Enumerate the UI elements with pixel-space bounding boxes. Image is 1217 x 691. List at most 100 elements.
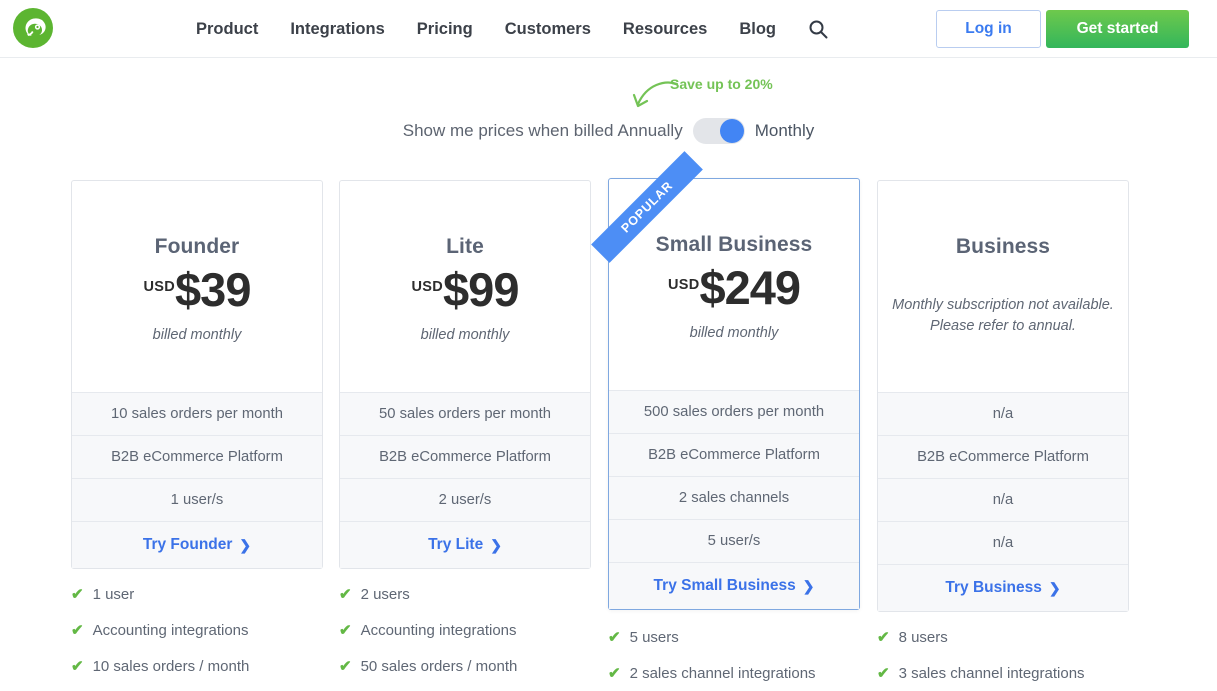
nav-item-blog[interactable]: Blog	[739, 20, 776, 39]
search-icon[interactable]	[808, 19, 828, 39]
plan-name: Small Business	[655, 233, 813, 256]
feature-label: 2 users	[360, 585, 410, 603]
price-note: billed monthly	[152, 327, 242, 344]
get-started-button[interactable]: Get started	[1046, 10, 1189, 48]
plan-spec: 10 sales orders per month	[72, 393, 322, 436]
billing-annually-label[interactable]: Annually	[617, 121, 682, 141]
card-header-lite: Lite USD $99 billed monthly	[340, 181, 590, 393]
chevron-right-icon: ❯	[490, 536, 502, 553]
feature-list-lite: ✔ 2 users ✔ Accounting integrations ✔ 50…	[339, 576, 591, 684]
toggle-knob	[719, 119, 744, 143]
pricing-card-small-business: POPULAR Small Business USD $249 billed m…	[591, 151, 860, 610]
billing-prefix-label: Show me prices when billed	[402, 121, 614, 140]
plan-name: Business	[955, 235, 1051, 258]
save-up-to-label: Save up to 20%	[670, 76, 773, 92]
check-icon: ✔	[608, 628, 621, 646]
card-header-founder: Founder USD $39 billed monthly	[72, 181, 322, 393]
plan-spec: 2 user/s	[340, 479, 590, 522]
pricing-card-founder: Founder USD $39 billed monthly 10 sales …	[71, 180, 323, 569]
plan-spec: B2B eCommerce Platform	[72, 436, 322, 479]
feature-label: 2 sales channel integrations	[629, 664, 816, 682]
feature-label: 10 sales orders / month	[92, 657, 250, 675]
feature-label: 8 users	[898, 628, 948, 646]
feature-list-founder: ✔ 1 user ✔ Accounting integrations ✔ 10 …	[71, 576, 323, 684]
chevron-right-icon: ❯	[1048, 579, 1061, 596]
try-small-business-button[interactable]: Try Small Business ❯	[609, 563, 859, 609]
card-header-small-business: Small Business USD $249 billed monthly	[609, 179, 859, 391]
plan-unavailable-note: Monthly subscription not available. Plea…	[892, 297, 1114, 334]
feature-item: ✔ 10 sales orders / month	[71, 648, 323, 684]
nav-item-integrations[interactable]: Integrations	[290, 20, 384, 39]
chameleon-logo-icon[interactable]	[12, 7, 54, 49]
feature-item: ✔ Accounting integrations	[71, 612, 323, 648]
check-icon: ✔	[339, 657, 352, 675]
cta-label: Try Business	[945, 579, 1042, 596]
cta-label: Try Lite	[428, 536, 484, 553]
check-icon: ✔	[71, 657, 84, 675]
check-icon: ✔	[877, 628, 890, 646]
price-currency: USD	[143, 279, 176, 295]
price-note: billed monthly	[689, 325, 779, 342]
feature-label: 50 sales orders / month	[360, 657, 518, 675]
plan-spec: 1 user/s	[72, 479, 322, 522]
cta-label: Try Small Business	[653, 577, 796, 594]
plan-name: Founder	[154, 235, 240, 258]
billing-monthly-label[interactable]: Monthly	[755, 121, 815, 141]
check-icon: ✔	[608, 664, 621, 682]
check-icon: ✔	[339, 621, 352, 639]
main-nav: Product Integrations Pricing Customers R…	[196, 0, 776, 58]
check-icon: ✔	[877, 664, 890, 682]
plan-spec: n/a	[878, 393, 1128, 436]
feature-item: ✔ 3 sales channel integrations	[877, 655, 1129, 691]
try-founder-button[interactable]: Try Founder ❯	[72, 522, 322, 568]
feature-item: ✔ 50 sales orders / month	[339, 648, 591, 684]
feature-label: 3 sales channel integrations	[898, 664, 1085, 682]
plan-spec: B2B eCommerce Platform	[340, 436, 590, 479]
try-business-button[interactable]: Try Business ❯	[878, 565, 1128, 611]
price-block: USD $249	[667, 261, 801, 314]
feature-item: ✔ 2 users	[339, 576, 591, 612]
price-amount: $99	[443, 263, 519, 316]
feature-label: Accounting integrations	[92, 621, 249, 639]
pricing-card-business: Business Monthly subscription not availa…	[877, 180, 1129, 612]
nav-item-product[interactable]: Product	[196, 20, 258, 39]
nav-item-customers[interactable]: Customers	[505, 20, 591, 39]
price-currency: USD	[667, 277, 700, 293]
plan-spec: B2B eCommerce Platform	[609, 434, 859, 477]
nav-item-pricing[interactable]: Pricing	[417, 20, 473, 39]
price-amount: $249	[699, 261, 801, 314]
plan-spec: 2 sales channels	[609, 477, 859, 520]
plan-spec: 500 sales orders per month	[609, 391, 859, 434]
feature-label: 1 user	[92, 585, 135, 603]
billing-period-toggle[interactable]	[692, 118, 745, 144]
plan-spec: n/a	[878, 479, 1128, 522]
feature-list-small-business: ✔ 5 users ✔ 2 sales channel integrations	[608, 619, 860, 691]
chevron-right-icon: ❯	[239, 536, 252, 553]
plan-spec: n/a	[878, 522, 1128, 565]
login-button[interactable]: Log in	[936, 10, 1041, 48]
feature-item: ✔ Accounting integrations	[339, 612, 591, 648]
feature-item: ✔ 8 users	[877, 619, 1129, 655]
chevron-right-icon: ❯	[802, 577, 815, 594]
price-block: USD $39	[143, 263, 252, 316]
feature-item: ✔ 1 user	[71, 576, 323, 612]
try-lite-button[interactable]: Try Lite ❯	[340, 522, 590, 568]
plan-spec: 50 sales orders per month	[340, 393, 590, 436]
feature-list-business: ✔ 8 users ✔ 3 sales channel integrations	[877, 619, 1129, 691]
feature-item: ✔ 2 sales channel integrations	[608, 655, 860, 691]
pricing-cards: Founder USD $39 billed monthly 10 sales …	[0, 151, 1217, 691]
plan-name: Lite	[446, 235, 484, 258]
price-note: billed monthly	[420, 327, 510, 344]
card-header-business: Business Monthly subscription not availa…	[878, 181, 1128, 393]
price-amount: $39	[175, 263, 251, 316]
billing-toggle-row: Show me prices when billed Annually Mont…	[0, 118, 1217, 144]
check-icon: ✔	[71, 585, 84, 603]
cta-label: Try Founder	[142, 536, 233, 553]
plan-spec: 5 user/s	[609, 520, 859, 563]
price-block: USD $99	[411, 263, 520, 316]
price-currency: USD	[411, 279, 444, 295]
nav-item-resources[interactable]: Resources	[623, 20, 707, 39]
feature-item: ✔ 5 users	[608, 619, 860, 655]
check-icon: ✔	[339, 585, 352, 603]
check-icon: ✔	[71, 621, 84, 639]
